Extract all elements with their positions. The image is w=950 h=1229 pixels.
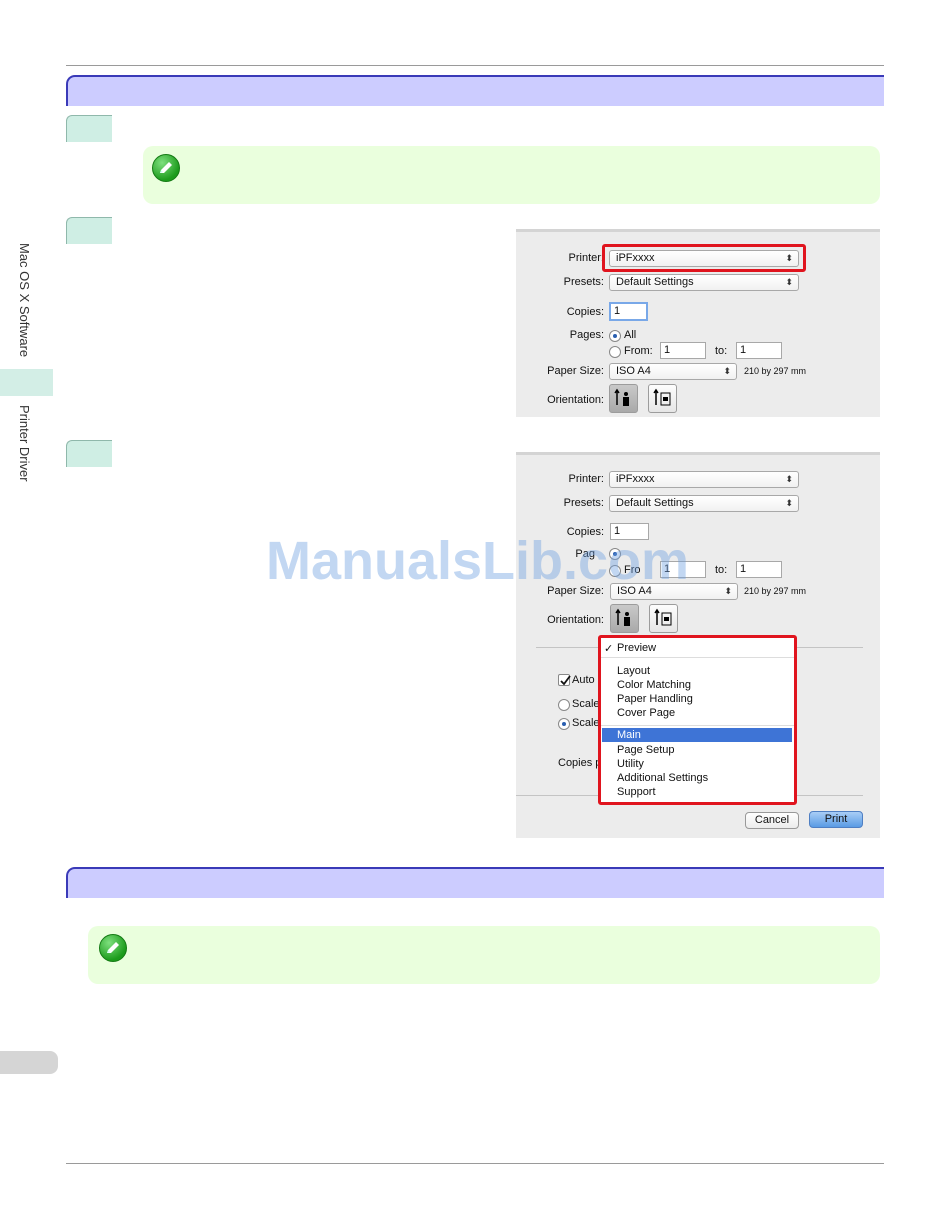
- portrait-icon: [614, 388, 629, 406]
- scale-radio-1[interactable]: [558, 699, 570, 711]
- section-header-bar-2: [66, 867, 884, 898]
- step-tab-3: [66, 440, 112, 467]
- presets-popup[interactable]: Default Settings ⬍: [609, 495, 799, 512]
- print-dialog-screenshot-2: Printer: iPFxxxx ⬍ Presets: Default Setti…: [516, 452, 880, 838]
- section-header-bar: [66, 75, 884, 106]
- to-field[interactable]: 1: [736, 342, 782, 359]
- landscape-icon: [653, 388, 671, 406]
- paper-size-label: Paper Size:: [547, 365, 604, 377]
- scale-label-1: Scale: [572, 698, 600, 710]
- scale-label-2: Scale: [572, 717, 600, 729]
- portrait-orientation-button[interactable]: [609, 384, 638, 413]
- pages-label: Pages:: [569, 329, 604, 341]
- printer-popup[interactable]: iPFxxxx ⬍: [609, 471, 799, 488]
- copies-field[interactable]: 1: [609, 302, 648, 321]
- presets-value: Default Settings: [616, 276, 694, 288]
- paper-size-popup[interactable]: ISO A4 ⬍: [609, 363, 737, 380]
- checkmark-icon: [560, 675, 571, 686]
- watermark: ManualsLib.com: [266, 531, 690, 591]
- portrait-icon: [615, 608, 630, 626]
- note-pencil-icon: [152, 154, 180, 182]
- popup-arrows-icon: ⬍: [723, 366, 731, 376]
- popup-arrows-icon: ⬍: [785, 498, 793, 508]
- step-tab-1: [66, 115, 112, 142]
- to-label: to:: [715, 564, 728, 576]
- print-button[interactable]: Print: [809, 811, 863, 828]
- orientation-label: Orientation:: [547, 394, 604, 406]
- auto-label: Auto: [572, 674, 595, 686]
- pages-from-radio[interactable]: [609, 346, 621, 358]
- page-number-tab: [0, 1051, 58, 1074]
- pages-from-label: From:: [624, 345, 653, 357]
- popup-arrows-icon: ⬍: [785, 277, 793, 287]
- top-rule: [66, 65, 884, 66]
- note-pencil-icon: [99, 934, 127, 962]
- scale-radio-2[interactable]: [558, 718, 570, 730]
- pages-all-radio[interactable]: [609, 330, 621, 342]
- printer-highlight-box: [602, 244, 806, 272]
- popup-arrows-icon: ⬍: [724, 586, 732, 596]
- menu-highlight-box: [598, 635, 797, 805]
- presets-label: Presets:: [563, 276, 604, 288]
- orientation-label: Orientation:: [547, 614, 604, 626]
- printer-value: iPFxxxx: [616, 473, 655, 485]
- presets-label: Presets:: [563, 497, 604, 509]
- paper-dims: 210 by 297 mm: [744, 586, 807, 596]
- auto-checkbox[interactable]: [558, 674, 571, 686]
- landscape-icon: [654, 608, 672, 626]
- presets-value: Default Settings: [616, 497, 694, 509]
- bottom-rule: [66, 1163, 884, 1164]
- presets-popup[interactable]: Default Settings ⬍: [609, 274, 799, 291]
- landscape-orientation-button[interactable]: [649, 604, 678, 633]
- to-field[interactable]: 1: [736, 561, 782, 578]
- pages-all-label: All: [624, 329, 637, 341]
- to-label: to:: [715, 345, 728, 357]
- paper-size-value: ISO A4: [616, 365, 651, 377]
- note-box-2: [88, 926, 880, 984]
- portrait-orientation-button[interactable]: [610, 604, 639, 633]
- popup-arrows-icon: ⬍: [785, 474, 793, 484]
- copies-label: Copies:: [566, 306, 604, 318]
- sidebar-section-mac: Mac OS X Software: [17, 243, 32, 358]
- cancel-button[interactable]: Cancel: [745, 812, 799, 829]
- printer-label: Printer:: [568, 252, 604, 264]
- note-box: [143, 146, 880, 204]
- sidebar-tab-highlight: [0, 369, 53, 396]
- printer-label: Printer:: [568, 473, 604, 485]
- landscape-orientation-button[interactable]: [648, 384, 677, 413]
- from-field[interactable]: 1: [660, 342, 706, 359]
- copies-per-label: Copies p: [558, 757, 602, 769]
- print-dialog-screenshot-1: Printer: iPFxxxx ⬍ Presets: Default Setti…: [516, 229, 880, 417]
- step-tab-2: [66, 217, 112, 244]
- sidebar-section-driver: Printer Driver: [17, 405, 32, 482]
- paper-dims: 210 by 297 mm: [744, 366, 807, 376]
